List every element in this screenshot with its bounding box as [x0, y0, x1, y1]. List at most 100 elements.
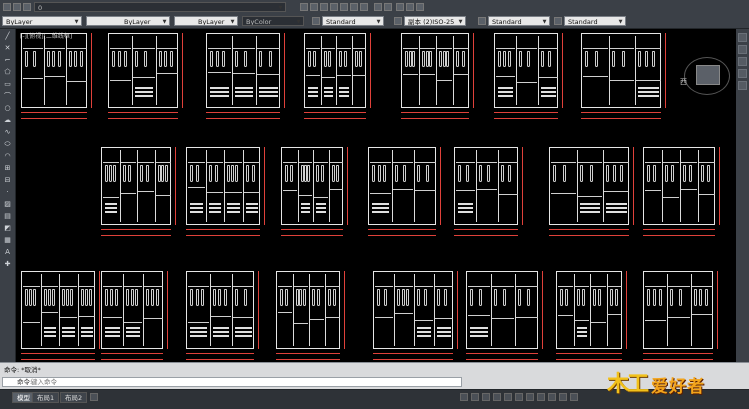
insert-block-icon[interactable]: ⊞: [3, 164, 12, 173]
ortho-icon[interactable]: [482, 393, 490, 401]
wardrobe-drawing[interactable]: [401, 33, 469, 108]
model-space-canvas[interactable]: [-][俯视][二维线框] 西: [16, 29, 736, 362]
wardrobe-drawing[interactable]: [454, 147, 518, 225]
layer-lock-icon[interactable]: [360, 3, 368, 11]
layer-previous-icon[interactable]: [23, 3, 31, 11]
wardrobe-drawing[interactable]: [494, 33, 558, 108]
wardrobe-drawing[interactable]: [549, 147, 629, 225]
layer-unisolate-icon[interactable]: [330, 3, 338, 11]
info-icon[interactable]: [406, 3, 414, 11]
hanging-garment: [117, 50, 121, 67]
match-layer-icon[interactable]: [310, 3, 318, 11]
construction-line-icon[interactable]: ✕: [3, 44, 12, 53]
wardrobe-drawing[interactable]: [304, 33, 366, 108]
text-style-icon[interactable]: [312, 17, 320, 25]
wardrobe-drawing[interactable]: [368, 147, 436, 225]
wardrobe-drawing[interactable]: [21, 271, 95, 349]
wardrobe-drawing[interactable]: [581, 33, 661, 108]
layer-state-icon[interactable]: [13, 3, 21, 11]
revision-cloud-icon[interactable]: ☁: [3, 116, 12, 125]
layer-freeze-icon[interactable]: [350, 3, 358, 11]
dim-style-icon[interactable]: [394, 17, 402, 25]
spline-icon[interactable]: ∿: [3, 128, 12, 137]
viewcube[interactable]: 西: [678, 51, 736, 101]
dimension-line: [643, 235, 715, 236]
line-icon[interactable]: ╱: [3, 32, 12, 41]
rectangle-icon[interactable]: ▭: [3, 80, 12, 89]
wardrobe-drawing[interactable]: [373, 271, 453, 349]
layer-properties-icon[interactable]: [3, 3, 11, 11]
lineweight-dropdown[interactable]: ByLayer ▼: [174, 16, 238, 26]
wardrobe-drawing[interactable]: [206, 33, 280, 108]
arc-icon[interactable]: ⌒: [3, 92, 12, 101]
tab-layout1[interactable]: 布局1: [32, 392, 60, 403]
gradient-icon[interactable]: ▤: [3, 212, 12, 221]
wardrobe-drawing[interactable]: [186, 147, 260, 225]
full-navigation-wheel-icon[interactable]: [738, 33, 747, 42]
layer-off-icon[interactable]: [340, 3, 348, 11]
snap-icon[interactable]: [471, 393, 479, 401]
add-layout-icon[interactable]: [90, 393, 98, 401]
viewcube-face[interactable]: [696, 65, 720, 85]
ellipse-icon[interactable]: ⬭: [3, 140, 12, 149]
table-style-dropdown[interactable]: Standard ▼: [488, 16, 550, 26]
hatch-icon[interactable]: ▨: [3, 200, 12, 209]
multiline-text-icon[interactable]: A: [3, 248, 12, 257]
circle-icon[interactable]: ○: [3, 104, 12, 113]
orbit-icon[interactable]: [738, 69, 747, 78]
insert-icon[interactable]: [384, 3, 392, 11]
mleader-style-value: Standard: [568, 18, 598, 26]
showmotion-icon[interactable]: [738, 81, 747, 90]
wardrobe-drawing[interactable]: [276, 271, 340, 349]
help-icon[interactable]: [416, 3, 424, 11]
linetype-dropdown[interactable]: ByLayer ▼: [86, 16, 170, 26]
make-block-icon[interactable]: ⊟: [3, 176, 12, 185]
mleader-style-dropdown[interactable]: Standard ▼: [564, 16, 626, 26]
polygon-icon[interactable]: ⬠: [3, 68, 12, 77]
region-icon[interactable]: ◩: [3, 224, 12, 233]
layer-isolate-icon[interactable]: [320, 3, 328, 11]
shelf-line: [321, 76, 335, 78]
color-dropdown[interactable]: ByLayer ▼: [2, 16, 82, 26]
selection-cycling-icon[interactable]: [537, 393, 545, 401]
table-style-icon[interactable]: [478, 17, 486, 25]
wardrobe-drawing[interactable]: [101, 147, 171, 225]
customize-icon[interactable]: [570, 393, 578, 401]
add-selected-icon[interactable]: ✚: [3, 260, 12, 269]
ellipse-arc-icon[interactable]: ◠: [3, 152, 12, 161]
block-icon[interactable]: [374, 3, 382, 11]
transparency-icon[interactable]: [526, 393, 534, 401]
wardrobe-drawing[interactable]: [556, 271, 622, 349]
command-input[interactable]: [31, 378, 331, 386]
wardrobe-drawing[interactable]: [21, 33, 87, 108]
wardrobe-drawing[interactable]: [281, 147, 343, 225]
wardrobe-drawing[interactable]: [466, 271, 538, 349]
wardrobe-drawing[interactable]: [101, 271, 163, 349]
wardrobe-drawing[interactable]: [108, 33, 178, 108]
text-style-dropdown[interactable]: Standard ▼: [322, 16, 384, 26]
polyline-icon[interactable]: ⌐: [3, 56, 12, 65]
layer-dropdown[interactable]: 0 ▼: [34, 2, 286, 12]
grid-icon[interactable]: [460, 393, 468, 401]
gear-icon[interactable]: [396, 3, 404, 11]
panel-divider: [209, 274, 211, 346]
dim-style-dropdown[interactable]: 副本 (2)ISO-25 ▼: [404, 16, 466, 26]
command-line[interactable]: 命令:: [2, 377, 462, 387]
wardrobe-drawing[interactable]: [643, 271, 713, 349]
zoom-icon[interactable]: [738, 57, 747, 66]
osnap-icon[interactable]: [504, 393, 512, 401]
make-current-icon[interactable]: [300, 3, 308, 11]
mleader-style-icon[interactable]: [554, 17, 562, 25]
shelf-line: [138, 191, 154, 193]
table-icon[interactable]: ▦: [3, 236, 12, 245]
wardrobe-drawing[interactable]: [186, 271, 254, 349]
point-icon[interactable]: ·: [3, 188, 12, 197]
plotstyle-dropdown[interactable]: ByColor ▼: [242, 16, 304, 26]
annotation-scale-icon[interactable]: [548, 393, 556, 401]
lineweight-icon[interactable]: [515, 393, 523, 401]
tab-layout2[interactable]: 布局2: [60, 392, 88, 403]
pan-icon[interactable]: [738, 45, 747, 54]
workspace-gear-icon[interactable]: [559, 393, 567, 401]
polar-icon[interactable]: [493, 393, 501, 401]
wardrobe-drawing[interactable]: [643, 147, 715, 225]
